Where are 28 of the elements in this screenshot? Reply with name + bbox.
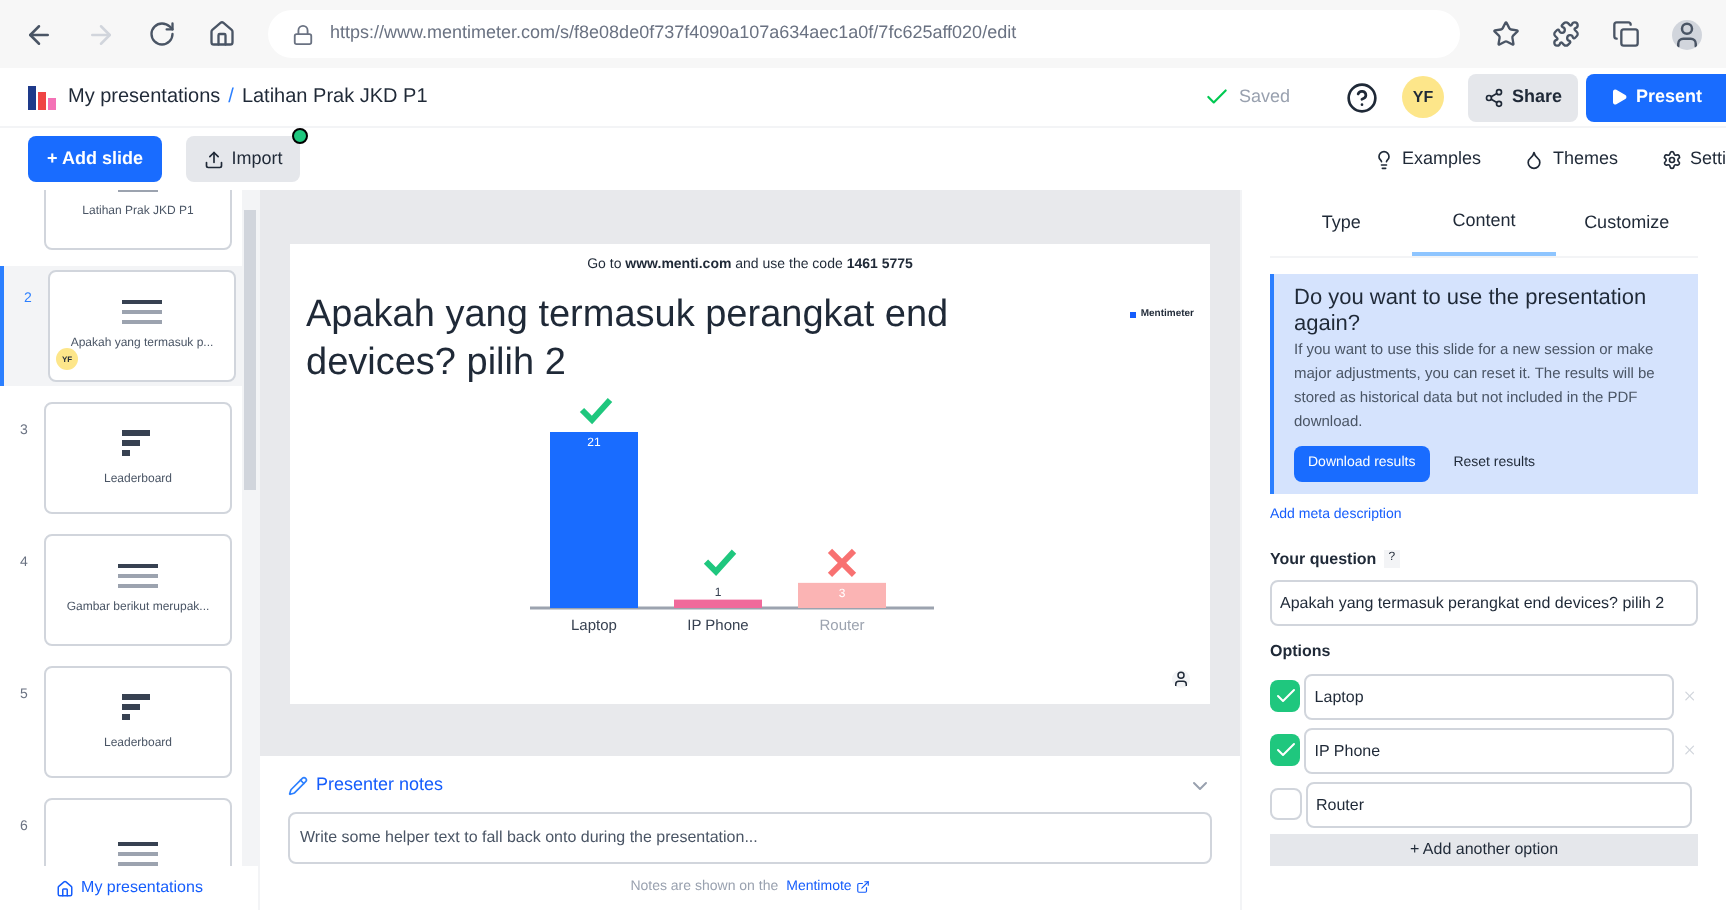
field-label: Options — [1270, 639, 1333, 663]
notes-field[interactable]: Write some helper text to fall back onto during the presentation... — [288, 811, 1212, 863]
import-button[interactable]: Import — [186, 136, 300, 182]
notice-title: Do you want to use the presentation again? — [1294, 286, 1649, 338]
user-avatar[interactable]: YF — [1401, 76, 1444, 118]
present-button[interactable]: Present — [1586, 73, 1726, 121]
presentation-title[interactable]: Latihan Prak JKD P1 — [241, 82, 428, 112]
option-field[interactable]: Laptop — [1304, 673, 1675, 719]
breadcrumb-separator: / — [228, 84, 234, 112]
share-button[interactable]: Share — [1467, 73, 1578, 121]
add-slide-button[interactable]: + Add slide — [28, 136, 162, 182]
question-field[interactable]: Apakah yang termasuk perangkat end devices? pilih 2 — [1270, 579, 1698, 625]
panel-tab[interactable]: Type — [1270, 190, 1413, 256]
breadcrumb-link[interactable]: My presentations — [68, 82, 221, 112]
toolbar-link[interactable]: Examples — [1373, 145, 1481, 173]
saved-status: Saved — [1238, 83, 1290, 110]
option-field[interactable]: Router — [1306, 781, 1692, 827]
option-field[interactable]: IP Phone — [1304, 727, 1675, 773]
slide-question: Apakah yang termasuk perangkat end devices? pilih 2 — [306, 292, 951, 388]
toolbar-link[interactable]: Setti — [1661, 145, 1726, 173]
panel-tab[interactable]: Content — [1412, 190, 1556, 256]
toolbar-link[interactable]: Themes — [1524, 145, 1618, 173]
add-option-button[interactable]: + Add another option — [1270, 833, 1698, 865]
field-label: Your question — [1270, 547, 1377, 571]
my-presentations-link[interactable]: My presentations — [55, 876, 203, 900]
address-bar[interactable]: https://www.mentimeter.com/s/f8e08de0f737f4090a107a634aec1a0f/7fc625aff020/edit — [268, 10, 1460, 58]
presenter-notes-heading[interactable]: Presenter notes — [316, 772, 444, 799]
panel-tab[interactable]: Customize — [1555, 190, 1698, 256]
